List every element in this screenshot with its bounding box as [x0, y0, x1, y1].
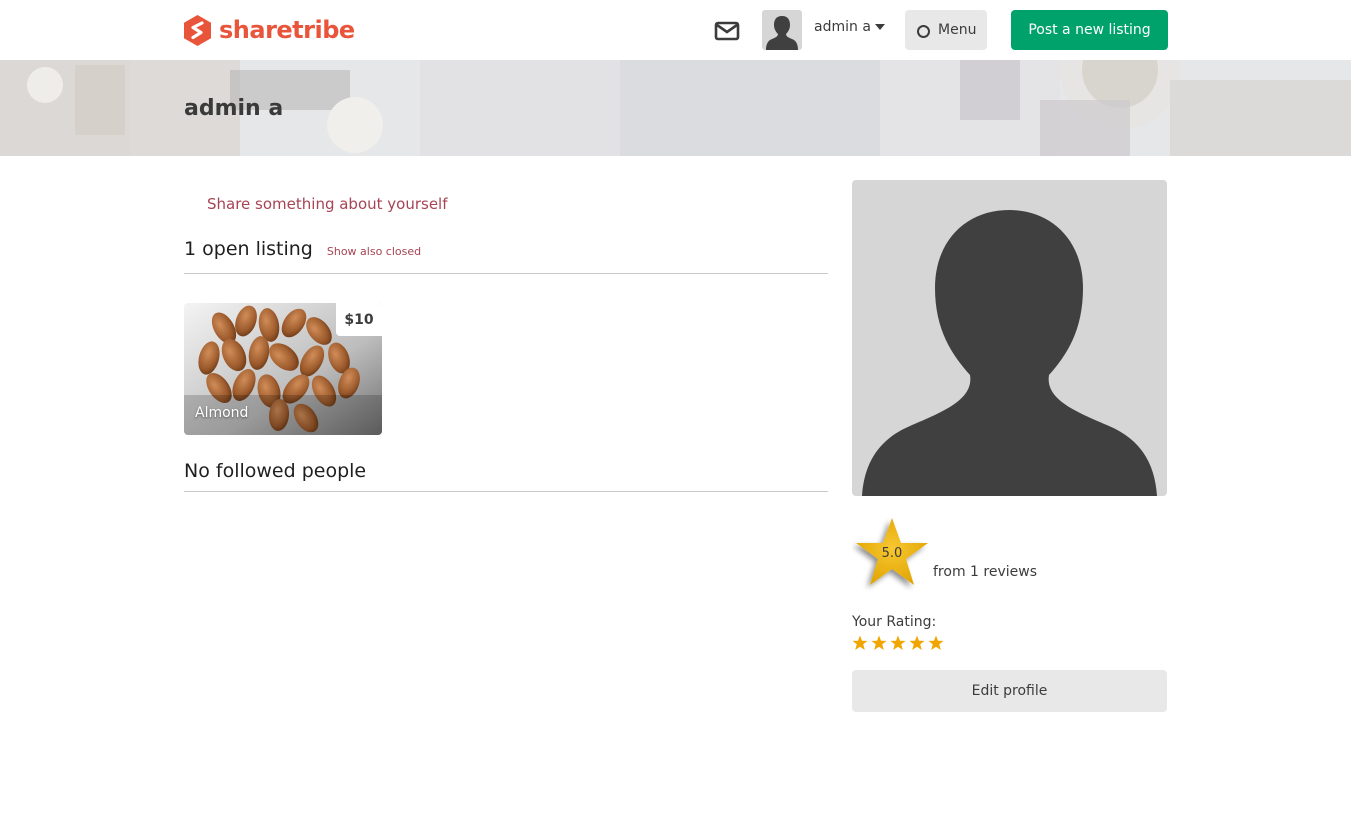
user-name-label: admin a [814, 19, 871, 35]
top-bar: sharetribe admin a Menu Post a new listi… [0, 0, 1351, 60]
share-about-yourself-link[interactable]: Share something about yourself [207, 195, 448, 213]
post-new-listing-button[interactable]: Post a new listing [1011, 10, 1168, 50]
star-icon[interactable] [852, 635, 868, 651]
menu-button[interactable]: Menu [905, 10, 987, 50]
page-title: admin a [184, 96, 284, 121]
reviews-count: from 1 reviews [933, 564, 1037, 580]
followed-people-heading: No followed people [184, 460, 367, 482]
edit-profile-button[interactable]: Edit profile [852, 670, 1167, 712]
avatar-silhouette-icon [862, 210, 1157, 496]
menu-label: Menu [938, 22, 977, 38]
show-closed-link[interactable]: Show also closed [327, 245, 421, 258]
profile-picture [852, 180, 1167, 496]
menu-circle-icon [917, 25, 930, 38]
your-rating-label: Your Rating: [852, 614, 937, 630]
divider [184, 491, 828, 492]
user-menu-toggle[interactable]: admin a [814, 19, 885, 35]
user-avatar[interactable] [762, 10, 802, 50]
avatar-silhouette-icon [766, 16, 798, 50]
listing-price: $10 [336, 303, 382, 336]
logo-text: sharetribe [219, 16, 355, 44]
star-icon[interactable] [909, 635, 925, 651]
divider [184, 273, 828, 274]
listing-title: Almond [195, 405, 249, 421]
cover-banner: admin a [0, 60, 1351, 156]
logo-mark-icon [184, 14, 211, 46]
star-icon[interactable] [871, 635, 887, 651]
star-icon[interactable] [928, 635, 944, 651]
listings-heading: 1 open listing Show also closed [184, 238, 421, 260]
rating-value: 5.0 [881, 546, 903, 561]
star-icon[interactable] [890, 635, 906, 651]
caret-down-icon [874, 24, 885, 30]
sharetribe-logo[interactable]: sharetribe [184, 14, 355, 46]
listing-card[interactable]: $10 Almond [184, 303, 382, 435]
envelope-icon[interactable] [714, 20, 740, 42]
open-listings-count: 1 open listing [184, 238, 313, 260]
your-rating-stars[interactable] [852, 635, 944, 651]
